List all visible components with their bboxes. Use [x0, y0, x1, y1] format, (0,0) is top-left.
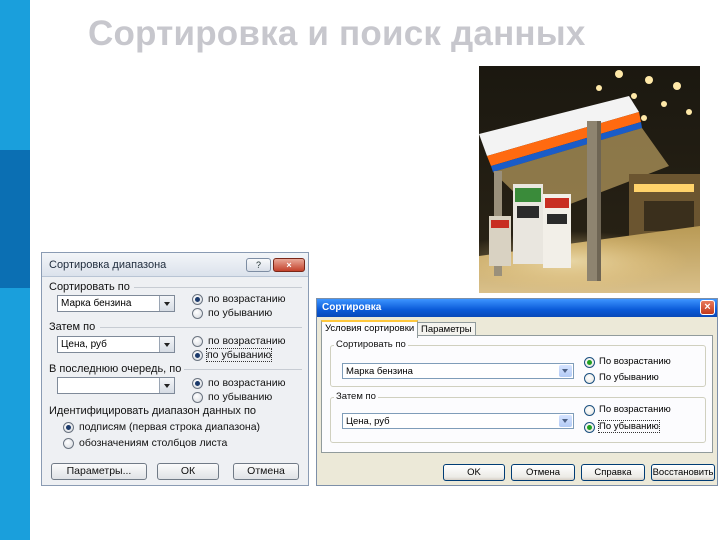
sort1-desc-label[interactable]: по убыванию	[208, 307, 272, 319]
sort3-desc-radio[interactable]	[192, 392, 203, 403]
cancel-button[interactable]: Отмена	[511, 464, 575, 481]
dialog-title: Сортировка диапазона	[49, 259, 167, 271]
sort2-desc-radio[interactable]	[192, 350, 203, 361]
sort2-desc-label[interactable]: по убыванию	[205, 348, 273, 362]
sort2-desc-label[interactable]: По убыванию	[598, 420, 660, 433]
sort1-asc-radio[interactable]	[584, 357, 595, 368]
divider	[184, 369, 302, 370]
chevron-down-icon[interactable]	[159, 337, 174, 352]
sort3-asc-radio[interactable]	[192, 378, 203, 389]
last-by-label: В последнюю очередь, по	[49, 363, 182, 375]
divider	[100, 327, 302, 328]
sort-by-value: Марка бензина	[61, 298, 132, 309]
sort2-desc-radio[interactable]	[584, 422, 595, 433]
sort-by-select[interactable]: Марка бензина	[342, 363, 574, 379]
sort1-desc-label[interactable]: По убыванию	[599, 372, 659, 383]
then-by-value: Цена, руб	[346, 416, 390, 427]
last-by-select[interactable]	[57, 377, 175, 394]
sort-dialog: Сортировка × Условия сортировки Параметр…	[316, 298, 718, 486]
ok-button[interactable]: OK	[443, 464, 505, 481]
parameters-button[interactable]: Параметры...	[51, 463, 147, 480]
sort1-desc-radio[interactable]	[584, 373, 595, 384]
sort1-asc-label[interactable]: По возрастанию	[599, 356, 671, 367]
gas-station-photo	[479, 66, 700, 293]
chevron-down-icon[interactable]	[159, 296, 174, 311]
identify-columns-radio[interactable]	[63, 438, 74, 449]
sort-range-dialog: Сортировка диапазона ? × Сортировать по …	[41, 252, 309, 486]
dialog-titlebar: Сортировка диапазона ? ×	[42, 253, 308, 277]
sort-by-value: Марка бензина	[346, 366, 413, 377]
sort2-asc-radio[interactable]	[192, 336, 203, 347]
close-button[interactable]: ×	[700, 300, 715, 315]
slide-title: Сортировка и поиск данных	[88, 14, 586, 53]
ok-button[interactable]: ОК	[157, 463, 219, 480]
accent-bar-highlight	[0, 150, 30, 288]
sort2-asc-radio[interactable]	[584, 405, 595, 416]
close-button[interactable]: ×	[273, 258, 305, 272]
sort2-asc-label[interactable]: По возрастанию	[599, 404, 671, 415]
chevron-down-icon[interactable]	[559, 365, 572, 377]
sort1-desc-radio[interactable]	[192, 308, 203, 319]
restore-button[interactable]: Восстановить	[651, 464, 715, 481]
sort2-asc-label[interactable]: по возрастанию	[208, 335, 285, 347]
identify-headers-radio[interactable]	[63, 422, 74, 433]
sort-by-label: Сортировать по	[49, 281, 130, 293]
dialog-title: Сортировка	[322, 302, 382, 313]
chevron-down-icon[interactable]	[559, 415, 572, 427]
tab-panel: Сортировать по Марка бензина По возраста…	[321, 335, 713, 453]
dialog-titlebar: Сортировка ×	[317, 299, 717, 317]
sort3-asc-label[interactable]: по возрастанию	[208, 377, 285, 389]
identify-headers-label[interactable]: подписям (первая строка диапазона)	[79, 421, 260, 433]
chevron-down-icon[interactable]	[159, 378, 174, 393]
tab-sort-conditions[interactable]: Условия сортировки	[321, 320, 419, 338]
then-by-select[interactable]: Цена, руб	[342, 413, 574, 429]
sort1-asc-radio[interactable]	[192, 294, 203, 305]
help-button[interactable]: ?	[246, 258, 271, 272]
sort1-asc-label[interactable]: по возрастанию	[208, 293, 285, 305]
sort-by-label: Сортировать по	[334, 339, 408, 350]
divider	[134, 287, 302, 288]
sort3-desc-label[interactable]: по убыванию	[208, 391, 272, 403]
then-by-value: Цена, руб	[61, 339, 107, 350]
identify-range-label: Идентифицировать диапазон данных по	[49, 405, 257, 417]
then-by-select[interactable]: Цена, руб	[57, 336, 175, 353]
then-by-label: Затем по	[49, 321, 96, 333]
sort-by-select[interactable]: Марка бензина	[57, 295, 175, 312]
cancel-button[interactable]: Отмена	[233, 463, 299, 480]
identify-columns-label[interactable]: обозначениям столбцов листа	[79, 437, 227, 449]
then-by-label: Затем по	[334, 391, 378, 402]
help-button[interactable]: Справка	[581, 464, 645, 481]
